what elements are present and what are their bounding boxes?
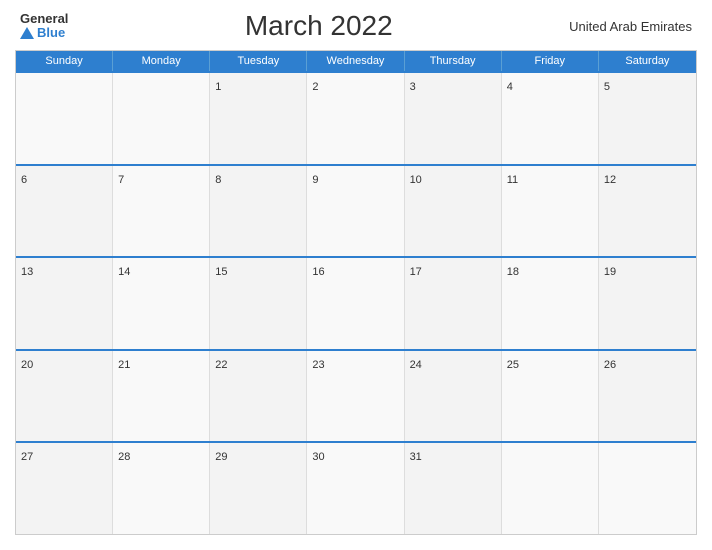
day-cell: 8 — [210, 166, 307, 257]
day-number: 10 — [410, 174, 422, 186]
day-number: 21 — [118, 359, 130, 371]
day-header-tuesday: Tuesday — [210, 51, 307, 71]
day-number: 11 — [507, 174, 518, 186]
day-number: 15 — [215, 266, 227, 278]
day-cell: 27 — [16, 443, 113, 534]
day-cell: 19 — [599, 258, 696, 349]
day-cell: 31 — [405, 443, 502, 534]
day-header-monday: Monday — [113, 51, 210, 71]
day-number: 16 — [312, 266, 324, 278]
day-number: 4 — [507, 81, 513, 93]
day-cell: 3 — [405, 73, 502, 164]
day-header-wednesday: Wednesday — [307, 51, 404, 71]
day-cell: 11 — [502, 166, 599, 257]
week-row-3: 13 14 15 16 17 18 19 — [16, 256, 696, 349]
day-cell: 13 — [16, 258, 113, 349]
day-header-friday: Friday — [502, 51, 599, 71]
day-cell: 4 — [502, 73, 599, 164]
logo: General Blue — [20, 12, 68, 41]
day-number: 17 — [410, 266, 422, 278]
day-number: 3 — [410, 81, 416, 93]
day-cell: 7 — [113, 166, 210, 257]
day-cell: 18 — [502, 258, 599, 349]
day-header-thursday: Thursday — [405, 51, 502, 71]
day-cell: 14 — [113, 258, 210, 349]
day-cell: 2 — [307, 73, 404, 164]
day-number: 26 — [604, 359, 616, 371]
day-cell: 12 — [599, 166, 696, 257]
week-row-5: 27 28 29 30 31 — [16, 441, 696, 534]
logo-general-text: General — [20, 12, 68, 26]
day-cell: 30 — [307, 443, 404, 534]
day-number: 18 — [507, 266, 519, 278]
logo-blue-text: Blue — [20, 26, 68, 40]
day-cell: 10 — [405, 166, 502, 257]
day-number: 14 — [118, 266, 130, 278]
day-number: 31 — [410, 451, 422, 463]
day-number: 2 — [312, 81, 318, 93]
day-cell: 23 — [307, 351, 404, 442]
day-cell: 16 — [307, 258, 404, 349]
day-header-sunday: Sunday — [16, 51, 113, 71]
day-cell — [599, 443, 696, 534]
day-number: 20 — [21, 359, 33, 371]
day-number: 30 — [312, 451, 324, 463]
day-number: 1 — [215, 81, 221, 93]
week-row-2: 6 7 8 9 10 11 12 — [16, 164, 696, 257]
day-cell: 22 — [210, 351, 307, 442]
day-cell: 17 — [405, 258, 502, 349]
calendar-grid: SundayMondayTuesdayWednesdayThursdayFrid… — [15, 50, 697, 535]
week-row-1: 1 2 3 4 5 — [16, 71, 696, 164]
day-number: 22 — [215, 359, 227, 371]
day-cell: 6 — [16, 166, 113, 257]
day-cell — [16, 73, 113, 164]
day-cell — [502, 443, 599, 534]
day-number: 13 — [21, 266, 33, 278]
day-cell: 24 — [405, 351, 502, 442]
day-number: 6 — [21, 174, 27, 186]
day-headers-row: SundayMondayTuesdayWednesdayThursdayFrid… — [16, 51, 696, 71]
day-cell: 5 — [599, 73, 696, 164]
week-row-4: 20 21 22 23 24 25 26 — [16, 349, 696, 442]
day-cell: 28 — [113, 443, 210, 534]
country-label: United Arab Emirates — [569, 19, 692, 34]
calendar-container: General Blue March 2022 United Arab Emir… — [0, 0, 712, 550]
day-number: 12 — [604, 174, 616, 186]
day-cell — [113, 73, 210, 164]
calendar-title: March 2022 — [68, 10, 569, 42]
day-cell: 26 — [599, 351, 696, 442]
day-number: 29 — [215, 451, 227, 463]
day-cell: 20 — [16, 351, 113, 442]
calendar-header: General Blue March 2022 United Arab Emir… — [15, 10, 697, 42]
day-cell: 21 — [113, 351, 210, 442]
day-number: 7 — [118, 174, 124, 186]
day-number: 28 — [118, 451, 130, 463]
day-number: 27 — [21, 451, 33, 463]
logo-triangle-icon — [20, 27, 34, 39]
day-cell: 25 — [502, 351, 599, 442]
day-number: 25 — [507, 359, 519, 371]
day-cell: 9 — [307, 166, 404, 257]
day-cell: 29 — [210, 443, 307, 534]
day-header-saturday: Saturday — [599, 51, 696, 71]
day-number: 24 — [410, 359, 422, 371]
day-number: 8 — [215, 174, 221, 186]
day-cell: 15 — [210, 258, 307, 349]
day-cell: 1 — [210, 73, 307, 164]
day-number: 5 — [604, 81, 610, 93]
day-number: 23 — [312, 359, 324, 371]
day-number: 9 — [312, 174, 318, 186]
day-number: 19 — [604, 266, 616, 278]
